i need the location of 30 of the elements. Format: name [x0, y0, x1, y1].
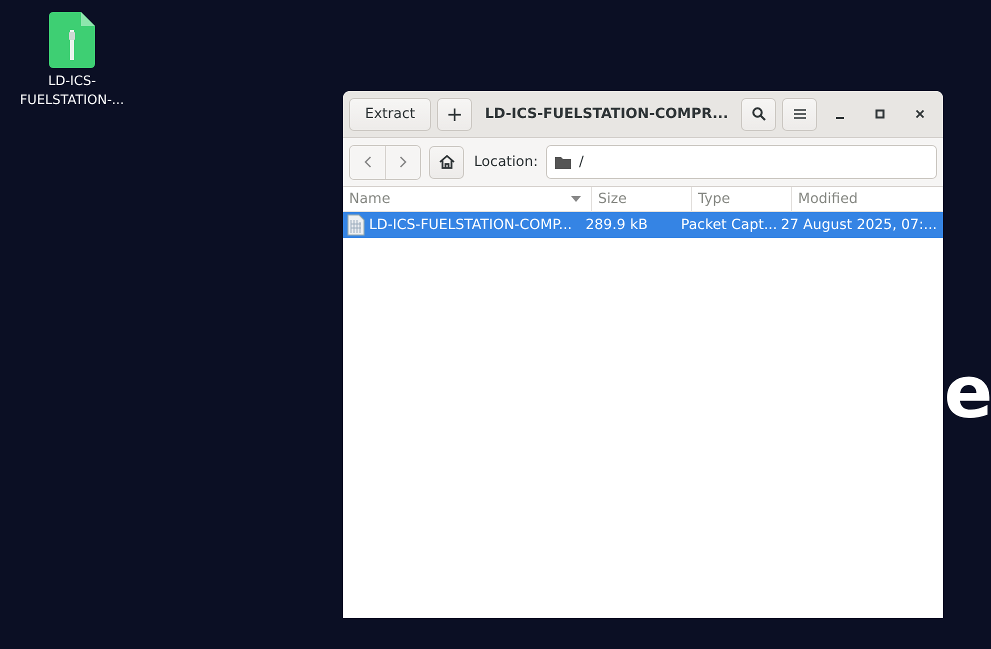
extract-button[interactable]: Extract — [349, 98, 432, 130]
close-icon — [915, 109, 925, 119]
menu-icon — [794, 109, 806, 119]
file-label[interactable]: LD-ICS- FUELSTATION-... — [20, 72, 124, 110]
location-field[interactable]: / — [546, 145, 937, 179]
home-icon — [438, 155, 454, 169]
document-icon — [347, 214, 365, 236]
column-header[interactable]: Name — [343, 187, 592, 211]
file-row[interactable]: LD-ICS-FUELSTATION-COMP... 289.9 kB Packet Capt... 27 August 2025, 07:... — [343, 212, 943, 238]
add-button[interactable]: + — [437, 98, 472, 130]
file-modified: 27 August 2025, 07:... — [780, 217, 937, 233]
back-icon — [364, 156, 372, 168]
forward-icon — [399, 156, 407, 168]
search-button[interactable] — [741, 98, 776, 130]
minimize-icon — [836, 117, 844, 119]
file-size: 289.9 kB — [585, 217, 648, 233]
search-icon — [752, 107, 766, 121]
maximize-icon — [875, 109, 885, 119]
column-header[interactable]: Type — [692, 187, 792, 211]
file-name: LD-ICS-FUELSTATION-COMP... — [369, 217, 572, 233]
location-label: Location: — [474, 154, 538, 170]
column-header[interactable]: Modified — [792, 187, 943, 211]
archive-file-icon[interactable] — [49, 12, 95, 68]
home-button[interactable] — [429, 146, 464, 178]
window-title: LD-ICS-FUELSTATION-COMPR... — [484, 106, 730, 122]
column-header[interactable]: Size — [592, 187, 692, 211]
wallpaper-text: e — [944, 352, 991, 432]
menu-button[interactable] — [782, 98, 817, 130]
folder-icon — [554, 156, 571, 168]
file-type: Packet Capt... — [680, 217, 778, 233]
